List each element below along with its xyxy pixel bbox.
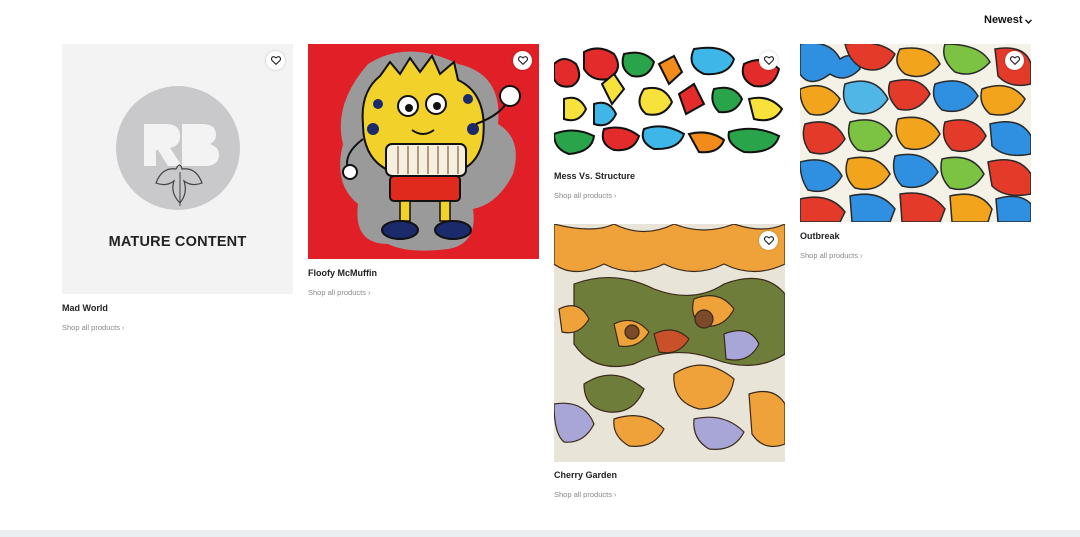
footer-divider xyxy=(0,530,1080,537)
sort-label: Newest xyxy=(984,14,1023,26)
artwork-image[interactable] xyxy=(554,44,785,161)
artwork-image[interactable] xyxy=(800,44,1031,222)
outbreak-artwork xyxy=(800,44,1031,222)
product-title[interactable]: Floofy McMuffin xyxy=(308,268,539,278)
favorite-button[interactable] xyxy=(759,51,778,70)
shop-all-products-link[interactable]: Shop all products › xyxy=(554,490,616,499)
chevron-right-icon: › xyxy=(613,492,617,499)
sort-dropdown[interactable]: Newest xyxy=(984,14,1032,26)
artwork-image[interactable] xyxy=(308,44,539,259)
mature-content-label: MATURE CONTENT xyxy=(108,234,247,250)
chevron-right-icon: › xyxy=(613,193,617,200)
heart-icon xyxy=(763,236,774,245)
artwork-image[interactable]: MATURE CONTENT xyxy=(62,44,293,294)
product-card-mess-vs-structure: Mess Vs. Structure Shop all products › xyxy=(554,44,785,203)
heart-icon xyxy=(763,56,774,65)
shop-all-products-link[interactable]: Shop all products › xyxy=(554,191,616,200)
favorite-button[interactable] xyxy=(1005,51,1024,70)
product-card-mad-world: MATURE CONTENT Mad World Shop all produc… xyxy=(62,44,293,335)
product-title[interactable]: Mess Vs. Structure xyxy=(554,171,785,181)
favorite-button[interactable] xyxy=(513,51,532,70)
product-title[interactable]: Mad World xyxy=(62,303,293,313)
floofy-artwork xyxy=(340,51,521,251)
shop-all-products-link[interactable]: Shop all products › xyxy=(800,251,862,260)
heart-icon xyxy=(270,56,281,65)
shop-all-products-link[interactable]: Shop all products › xyxy=(308,288,370,297)
heart-icon xyxy=(1009,56,1020,65)
product-card-cherry-garden: Cherry Garden Shop all products › xyxy=(554,224,785,502)
favorite-button[interactable] xyxy=(759,231,778,250)
chevron-right-icon: › xyxy=(121,325,125,332)
mature-placeholder-art xyxy=(116,86,240,210)
heart-icon xyxy=(517,56,528,65)
favorite-button[interactable] xyxy=(266,51,285,70)
chevron-down-icon xyxy=(1024,17,1032,26)
chevron-right-icon: › xyxy=(859,253,863,260)
mess-vs-structure-artwork xyxy=(554,46,784,156)
product-card-outbreak: Outbreak Shop all products › xyxy=(800,44,1031,263)
chevron-right-icon: › xyxy=(367,290,371,297)
product-card-floofy-mcmuffin: Floofy McMuffin Shop all products › xyxy=(308,44,539,300)
shop-all-products-link[interactable]: Shop all products › xyxy=(62,323,124,332)
product-title[interactable]: Cherry Garden xyxy=(554,470,785,480)
artwork-image[interactable] xyxy=(554,224,785,462)
product-title[interactable]: Outbreak xyxy=(800,231,1031,241)
cherry-garden-artwork xyxy=(554,224,785,462)
